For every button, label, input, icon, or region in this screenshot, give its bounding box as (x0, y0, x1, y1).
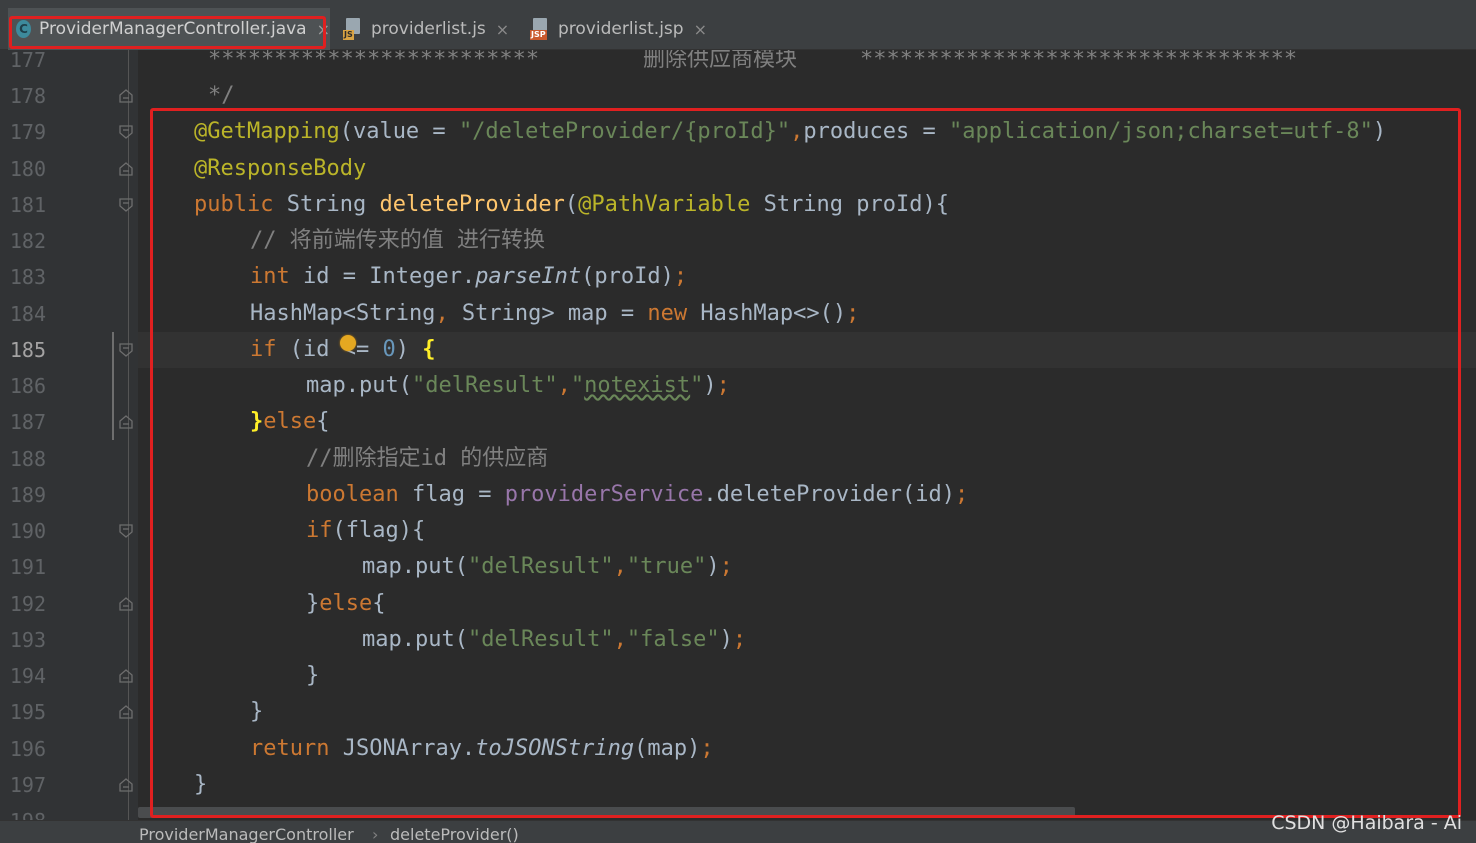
line-number: 181 (9, 193, 46, 217)
tab-label: providerlist.js (371, 19, 486, 39)
code-line-177-stars: ********************************* (860, 50, 1298, 72)
line-number: 194 (9, 664, 46, 688)
fold-end-icon[interactable] (119, 705, 133, 719)
line-number: 192 (9, 592, 46, 616)
fold-end-icon[interactable] (119, 669, 133, 683)
line-number: 191 (9, 555, 46, 579)
ide-window: C ProviderManagerController.java × JS pr… (0, 0, 1476, 843)
breadcrumb-bar: ProviderManagerController › deleteProvid… (0, 820, 1476, 843)
breadcrumb-class[interactable]: ProviderManagerController (139, 825, 354, 843)
line-number: 178 (9, 84, 46, 108)
watermark: CSDN @Haibara - Ai (1271, 812, 1462, 834)
line-number: 177 (9, 48, 46, 72)
tab-label: providerlist.jsp (558, 19, 684, 39)
line-number: 184 (9, 302, 46, 326)
line-number: 190 (9, 519, 46, 543)
tab-providerlist-js[interactable]: JS providerlist.js × (335, 8, 520, 50)
line-number-current: 185 (9, 338, 46, 362)
line-number: 189 (9, 483, 46, 507)
fold-start-icon[interactable] (119, 343, 133, 357)
line-number: 179 (9, 120, 46, 144)
close-icon[interactable]: × (496, 20, 509, 39)
line-number: 198 (4, 803, 46, 820)
fold-end-icon[interactable] (119, 162, 133, 176)
tab-highlight-annotation (9, 16, 326, 49)
title-strip (0, 0, 1476, 8)
jsp-file-icon: JSP (530, 18, 550, 40)
tab-providerlist-jsp[interactable]: JSP providerlist.jsp × (522, 8, 717, 50)
fold-end-icon[interactable] (119, 415, 133, 429)
line-number: 197 (9, 773, 46, 797)
line-number: 183 (9, 265, 46, 289)
line-number: 196 (9, 737, 46, 761)
fold-end-icon[interactable] (119, 778, 133, 792)
breadcrumb-method[interactable]: deleteProvider() (390, 825, 519, 843)
fold-start-icon[interactable] (119, 198, 133, 212)
line-number: 180 (9, 157, 46, 181)
line-number: 186 (9, 374, 46, 398)
line-number: 182 (9, 229, 46, 253)
fold-start-icon[interactable] (119, 125, 133, 139)
fold-end-icon[interactable] (119, 597, 133, 611)
code-line-177: ************************* (208, 50, 540, 72)
code-highlight-annotation (150, 108, 1461, 818)
line-number: 188 (9, 447, 46, 471)
fold-start-icon[interactable] (119, 524, 133, 538)
line-number: 193 (9, 628, 46, 652)
breadcrumb-separator: › (372, 825, 379, 843)
js-file-icon: JS (343, 18, 363, 40)
line-number: 187 (9, 410, 46, 434)
close-icon[interactable]: × (694, 20, 707, 39)
vcs-change-marker[interactable] (112, 332, 114, 440)
fold-end-icon[interactable] (119, 89, 133, 103)
line-number: 195 (9, 700, 46, 724)
code-line-177-title: 删除供应商模块 (643, 50, 798, 72)
